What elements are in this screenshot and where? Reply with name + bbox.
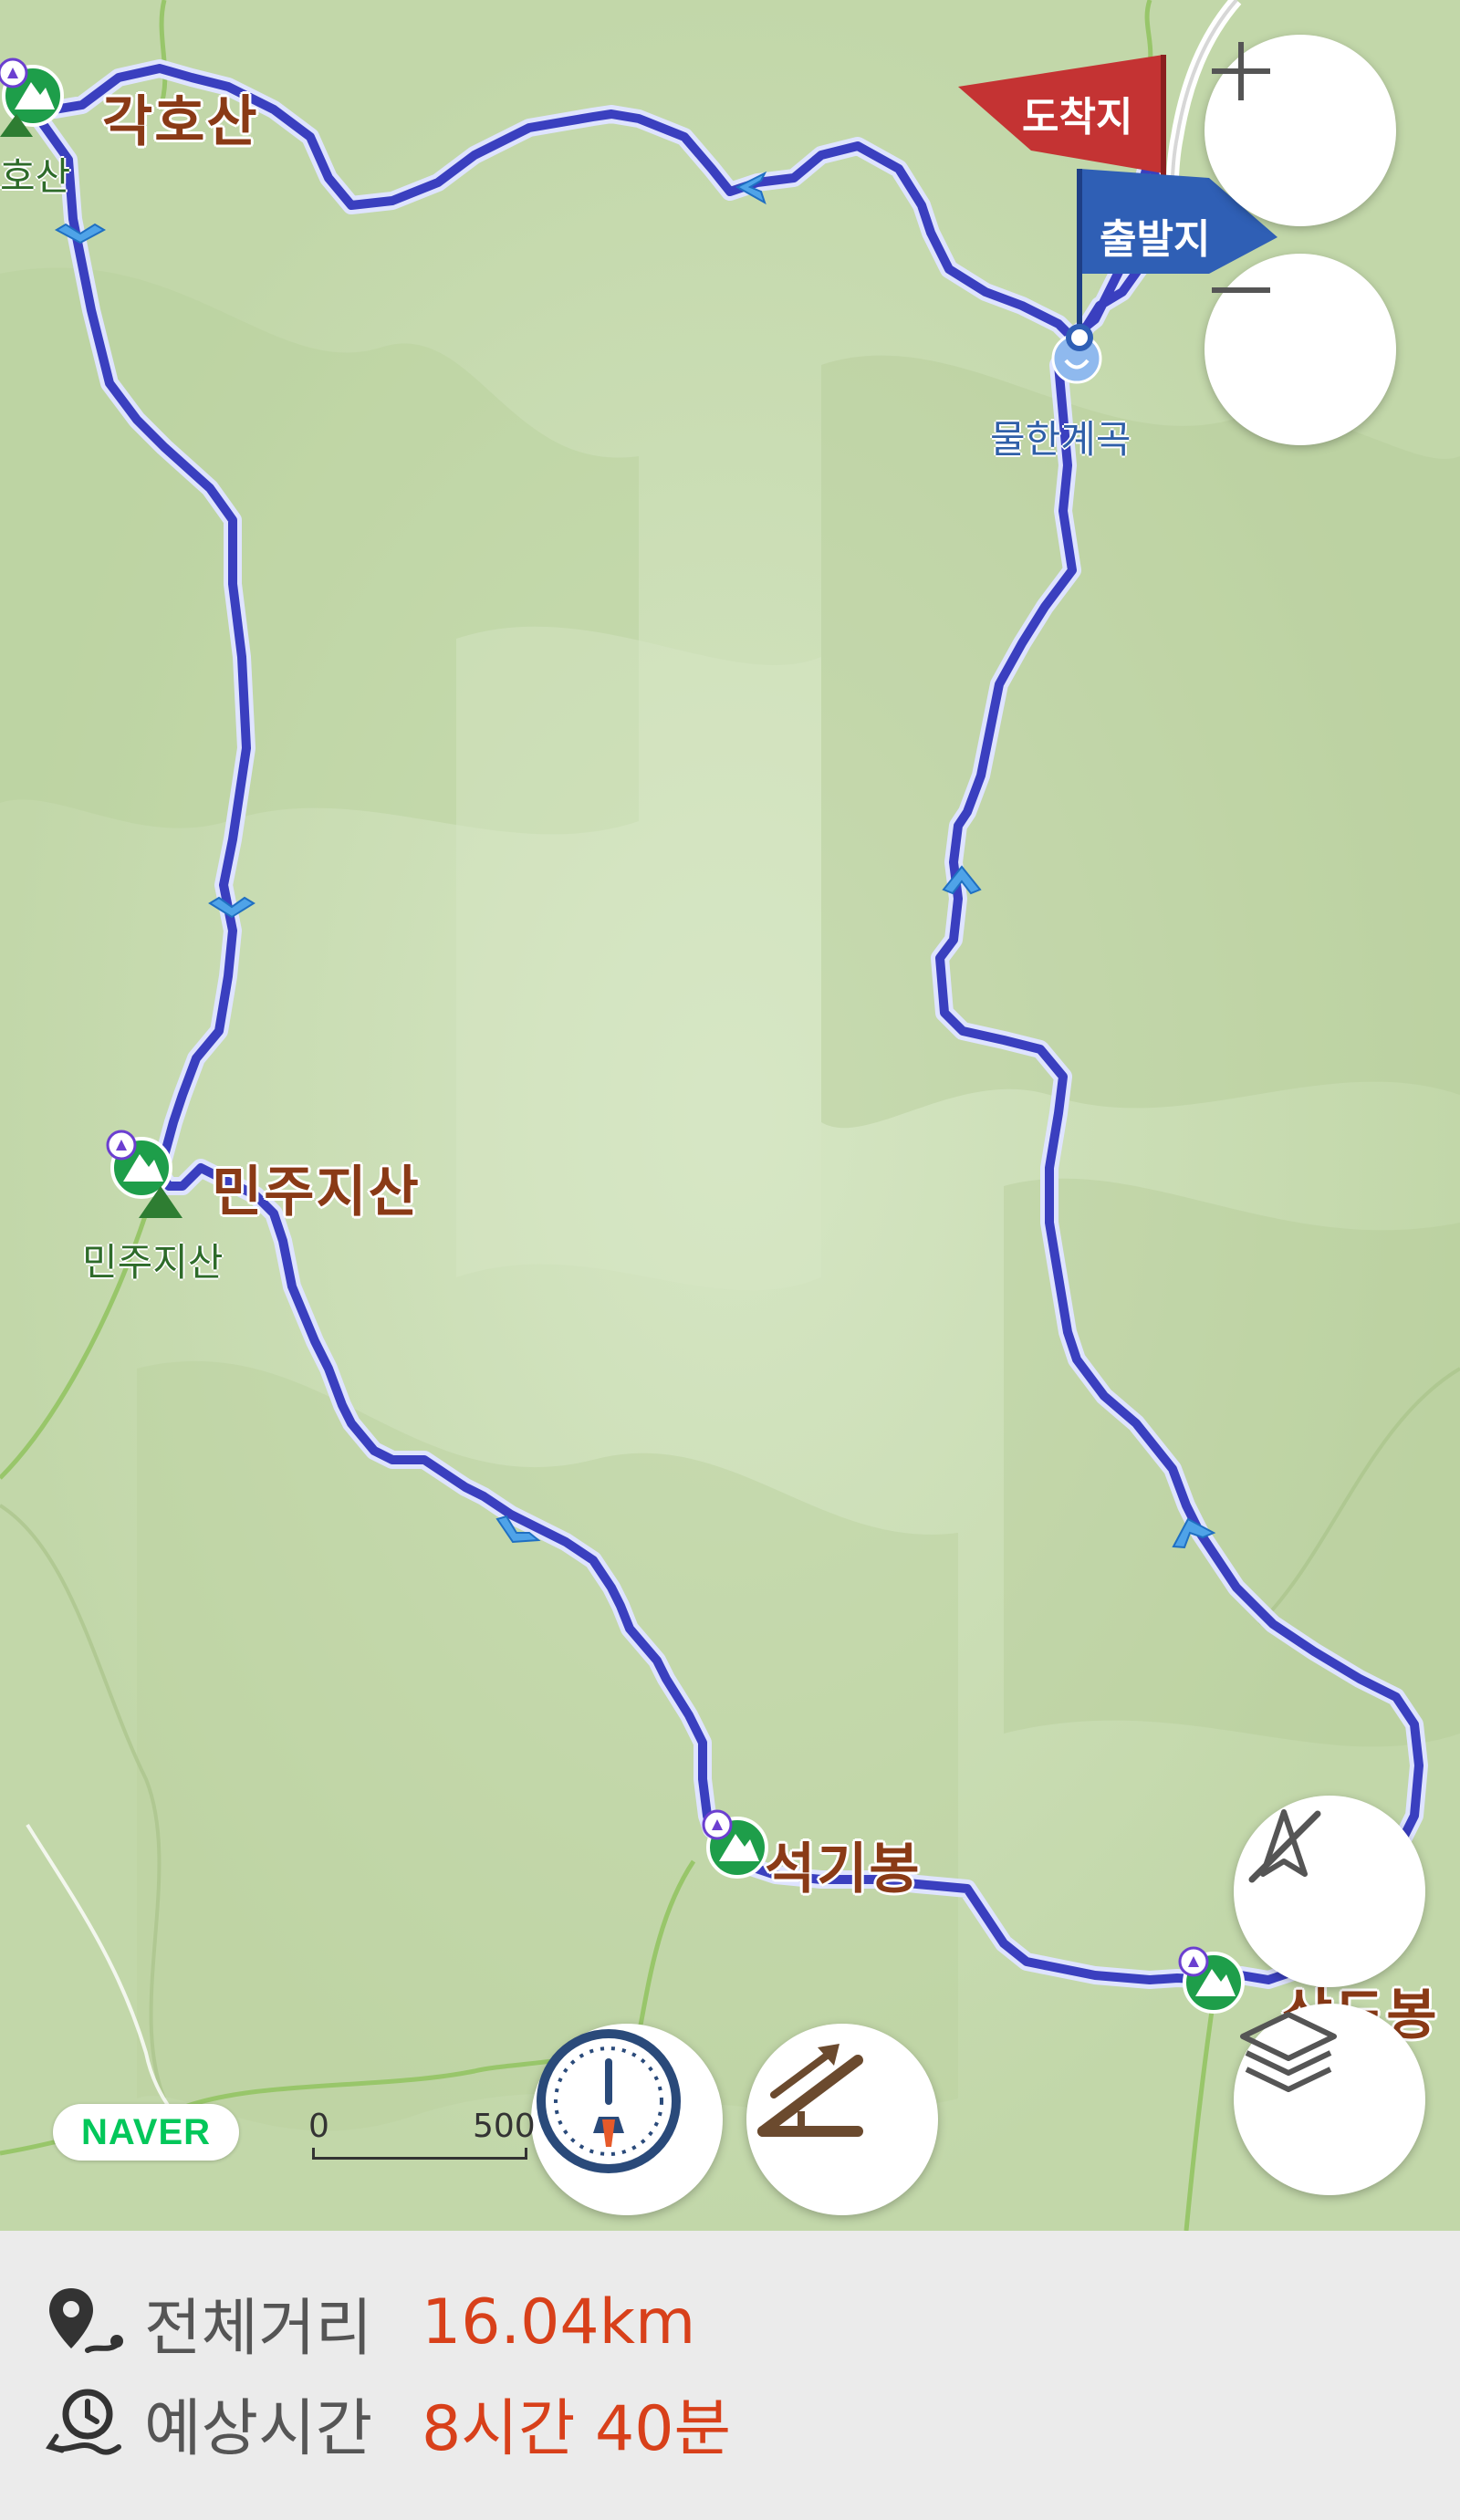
relief-light — [456, 626, 821, 1291]
relief-shade — [1004, 1178, 1460, 1747]
layers-button[interactable] — [1234, 2004, 1425, 2195]
scale-end-label: 500 — [473, 2108, 536, 2145]
speed-button[interactable] — [531, 2024, 723, 2215]
scale-bar: 0 500 — [308, 2108, 536, 2162]
route-pin-icon — [49, 2288, 123, 2353]
slope-icon — [757, 2044, 863, 2137]
naver-logo: NAVER — [53, 2104, 239, 2161]
time-label: 예상시간 — [144, 2392, 373, 2465]
scale-line — [312, 2148, 527, 2160]
clock-route-icon — [46, 2389, 121, 2455]
compass-off-icon — [1248, 1809, 1321, 1883]
time-value: 8시간 40분 — [422, 2392, 732, 2465]
departure-flag-label: 출발지 — [1100, 216, 1211, 263]
map-view[interactable]: 각호산 호산 민주지산 민주지산 석기봉 삼도봉 물한계곡 도착지 출발지 — [0, 0, 1460, 2231]
orientation-button[interactable] — [1234, 1796, 1425, 1987]
zoom-out-button[interactable] — [1204, 254, 1396, 445]
distance-value: 16.04km — [422, 2286, 696, 2359]
route-summary-panel: 전체거리 16.04km 예상시간 8시간 40분 — [0, 2231, 1460, 2520]
peak-label-gakhosan: 각호산 — [102, 90, 259, 154]
zoom-in-button[interactable] — [1204, 35, 1396, 226]
arrival-flag-label: 도착지 — [1022, 94, 1133, 141]
peak-sublabel-gakhosan: 호산 — [0, 154, 71, 199]
valley-label: 물한계곡 — [990, 417, 1132, 462]
peak-sublabel-minjujisan: 민주지산 — [82, 1240, 224, 1285]
peak-label-minjujisan: 민주지산 — [212, 1161, 421, 1224]
speedometer-icon — [537, 2029, 681, 2173]
minus-icon — [1212, 287, 1270, 293]
peak-label-seokgibong: 석기봉 — [765, 1838, 922, 1901]
plus-icon — [1212, 42, 1270, 100]
distance-label: 전체거리 — [144, 2292, 373, 2365]
layers-icon — [1240, 2012, 1337, 2092]
slope-button[interactable] — [746, 2024, 938, 2215]
scale-start-label: 0 — [308, 2108, 329, 2145]
relief-shade — [821, 355, 1460, 1129]
